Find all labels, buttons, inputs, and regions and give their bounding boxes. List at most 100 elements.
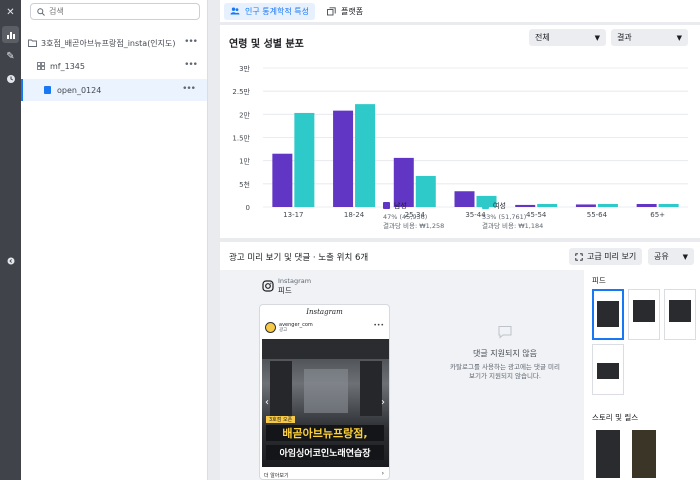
x-tick-label: 55-64 xyxy=(587,211,608,219)
prev-arrow-icon[interactable]: ‹ xyxy=(265,397,269,408)
tab-label: 인구 통계학적 특성 xyxy=(245,6,309,16)
copy-icon xyxy=(327,6,336,15)
feed-section-label: 피드 xyxy=(592,276,606,285)
x-tick-label: 13-17 xyxy=(283,211,303,219)
button-label: 공유 xyxy=(654,252,669,261)
y-tick-label: 5천 xyxy=(239,180,250,189)
bar-female xyxy=(294,112,315,207)
legend-percent: 53% (51,761) xyxy=(482,213,527,221)
thumb-feed-2[interactable] xyxy=(628,289,660,340)
instagram-wordmark: Instagram xyxy=(306,308,343,316)
advanced-preview-button[interactable]: 고급 미리 보기 xyxy=(569,248,643,265)
more-options-icon[interactable]: ••• xyxy=(184,37,198,47)
ad-subheadline: 아임싱어코인노래연습장 xyxy=(266,445,384,460)
ad-icon xyxy=(44,86,51,94)
stories-section-label: 스토리 및 릴스 xyxy=(592,413,639,422)
ad-preview-card: 광고 미리 보기 및 댓글 · 노출 위치 6개 고급 미리 보기 공유 ▼ I… xyxy=(220,242,700,480)
age-gender-card: 연령 및 성별 분포 전체 ▼ 결과 ▼ 0 5천 1만 1.5만 2만 2.5만 3만 13… xyxy=(220,25,700,238)
app-root: ✕ ✎ 3호점_배곧아브뉴프랑점_insta(인지도) ••• mf_1345 … xyxy=(0,0,700,480)
phone-preview: Instagram avenger_com 광고 ••• ‹ › 3호점 오픈 … xyxy=(259,304,390,480)
y-tick-label: 0 xyxy=(246,204,250,212)
more-options-icon[interactable]: ••• xyxy=(182,84,196,94)
ad-image[interactable]: ‹ › 3호점 오픈 배곧아브뉴프랑점, 아임싱어코인노래연습장 xyxy=(262,339,389,467)
thumb-feed-1[interactable] xyxy=(592,289,624,340)
ad-headline: 배곧아브뉴프랑점, xyxy=(266,425,384,441)
dropdown-label: 전체 xyxy=(535,33,550,42)
tree-item-adset[interactable]: mf_1345 ••• xyxy=(21,55,207,77)
filter-all-dropdown[interactable]: 전체 ▼ xyxy=(529,29,606,46)
tab-bar: 인구 통계학적 특성 플랫폼 xyxy=(220,0,700,22)
tree-item-ad[interactable]: open_0124 ••• xyxy=(21,79,207,101)
folder-icon xyxy=(28,39,37,47)
bar-female xyxy=(597,203,618,207)
legend-name: 남성 xyxy=(394,202,407,210)
tree-item-label: mf_1345 xyxy=(50,61,85,71)
tab-label: 플랫폼 xyxy=(340,6,364,16)
search-input[interactable] xyxy=(49,7,189,16)
next-arrow-icon[interactable]: › xyxy=(381,397,385,408)
avatar xyxy=(265,322,276,333)
pencil-icon[interactable]: ✎ xyxy=(2,48,19,65)
thumb-feed-3[interactable] xyxy=(664,289,696,340)
button-label: 고급 미리 보기 xyxy=(587,252,637,261)
grid-icon xyxy=(37,62,45,70)
tree-item-campaign[interactable]: 3호점_배곧아브뉴프랑점_insta(인지도) ••• xyxy=(21,32,207,54)
bar-female xyxy=(658,203,679,207)
tree-item-label: open_0124 xyxy=(57,85,102,95)
bar-male xyxy=(393,157,414,207)
caret-down-icon: ▼ xyxy=(594,33,600,42)
tab-demographics[interactable]: 인구 통계학적 특성 xyxy=(224,2,315,20)
legend-female: 여성 53% (51,761) 결과당 비용: ₩1,184 xyxy=(482,202,543,231)
search-box[interactable] xyxy=(30,3,200,20)
no-comment-title: 댓글 지원되지 않음 xyxy=(473,349,537,358)
left-rail: ✕ ✎ xyxy=(0,0,21,480)
bar-male xyxy=(454,191,475,207)
close-icon[interactable]: ✕ xyxy=(2,4,19,21)
legend-name: 여성 xyxy=(493,202,506,210)
bar-female xyxy=(355,104,376,207)
y-tick-label: 1만 xyxy=(239,157,250,166)
y-tick-label: 2.5만 xyxy=(232,87,250,96)
people-icon xyxy=(230,7,240,15)
share-button[interactable]: 공유 ▼ xyxy=(648,248,694,265)
caret-down-icon: ▼ xyxy=(676,33,682,42)
clock-icon[interactable] xyxy=(2,70,19,87)
more-options-icon[interactable]: ••• xyxy=(373,322,384,329)
legend-swatch-female xyxy=(482,202,489,209)
ad-tag: 3호점 오픈 xyxy=(266,416,296,423)
thumb-story-1[interactable] xyxy=(592,427,624,480)
bar-male xyxy=(575,204,596,207)
filter-result-dropdown[interactable]: 결과 ▼ xyxy=(611,29,688,46)
main-area: 인구 통계학적 특성 플랫폼 연령 및 성별 분포 전체 ▼ 결과 ▼ 0 5천 1… xyxy=(208,0,700,480)
x-tick-label: 65+ xyxy=(650,211,665,219)
account-sub: 광고 xyxy=(279,328,288,333)
bar-male xyxy=(272,153,293,207)
y-tick-label: 2만 xyxy=(239,110,250,119)
y-tick-label: 3만 xyxy=(239,64,250,73)
tree-item-label: 3호점_배곧아브뉴프랑점_insta(인지도) xyxy=(41,38,176,48)
learn-more-link[interactable]: 더 알아보기 xyxy=(264,472,289,479)
chart-icon[interactable] xyxy=(2,26,19,43)
caret-down-icon: ▼ xyxy=(682,252,688,261)
collapse-icon[interactable] xyxy=(2,252,19,269)
dropdown-label: 결과 xyxy=(617,33,632,42)
x-tick-label: 18-24 xyxy=(344,211,365,219)
no-comment-desc: 카탈로그를 사용하는 광고에는 댓글 미리 보기가 지원되지 않습니다. xyxy=(450,363,560,380)
bar-male xyxy=(636,203,657,207)
more-options-icon[interactable]: ••• xyxy=(184,60,198,70)
legend-cost: 결과당 비용: ₩1,258 xyxy=(383,222,445,230)
campaign-tree-panel: 3호점_배곧아브뉴프랑점_insta(인지도) ••• mf_1345 ••• … xyxy=(21,0,208,480)
age-gender-bar-chart: 05천1만1.5만2만2.5만3만13-17 18-24 25-34 35-44 45-… xyxy=(232,64,688,219)
thumb-feed-4[interactable] xyxy=(592,344,624,395)
legend-male: 남성 47% (45,936) 결과당 비용: ₩1,258 xyxy=(383,202,444,231)
chevron-right-icon: › xyxy=(381,470,384,477)
legend-percent: 47% (45,936) xyxy=(383,213,428,221)
placement-thumbnails: 피드 스토리 및 릴스 xyxy=(584,270,700,480)
thumb-story-2[interactable] xyxy=(628,427,660,480)
search-icon xyxy=(37,7,45,16)
bar-male xyxy=(333,110,354,207)
legend-swatch-male xyxy=(383,202,390,209)
preview-stage: Instagram 피드 Instagram avenger_com 광고 ••… xyxy=(220,270,584,480)
no-comment-notice: 댓글 지원되지 않음 카탈로그를 사용하는 광고에는 댓글 미리 보기가 지원되… xyxy=(430,325,580,381)
tab-platform[interactable]: 플랫폼 xyxy=(321,3,369,20)
